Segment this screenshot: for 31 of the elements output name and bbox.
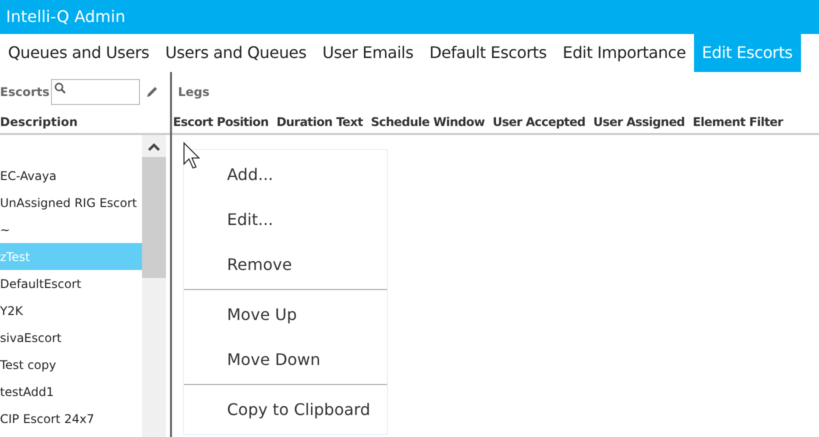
scroll-up-icon[interactable] bbox=[148, 143, 160, 151]
menu-item[interactable]: Add... bbox=[184, 152, 387, 197]
column-header: Schedule Window bbox=[370, 114, 485, 130]
escort-list-item[interactable]: Test copy bbox=[0, 351, 142, 378]
column-header: User Assigned bbox=[593, 114, 685, 130]
escort-list-item[interactable]: testAdd1 bbox=[0, 378, 142, 405]
panel-title: Legs bbox=[178, 84, 210, 101]
pencil-icon[interactable] bbox=[144, 85, 158, 99]
escort-list-item[interactable]: DefaultEscort bbox=[0, 270, 142, 297]
menu-item[interactable]: Remove bbox=[184, 242, 387, 287]
escort-list-item[interactable]: EC-Avaya bbox=[0, 162, 142, 189]
search-field[interactable] bbox=[50, 79, 140, 105]
column-header: Escort Position bbox=[173, 114, 268, 130]
scrollbar-thumb[interactable] bbox=[142, 157, 166, 278]
escort-list-item[interactable]: ~ bbox=[0, 216, 142, 243]
menu-item[interactable]: Move Down bbox=[184, 337, 387, 382]
escort-list-item[interactable]: UnAssigned RIG Escort bbox=[0, 189, 142, 216]
panel-title: Escorts bbox=[0, 84, 50, 101]
escort-list-item[interactable]: sivaEscort bbox=[0, 324, 142, 351]
window-title: Intelli-Q Admin bbox=[6, 6, 126, 28]
escort-list-item[interactable]: CIP Escort 24x7 bbox=[0, 405, 142, 432]
column-header: Duration Text bbox=[276, 114, 363, 130]
search-icon bbox=[54, 82, 66, 94]
column-header: Element Filter bbox=[692, 114, 783, 130]
menu-item[interactable]: Move Up bbox=[184, 292, 387, 337]
menu-item[interactable]: Edit... bbox=[184, 197, 387, 242]
escort-list-item[interactable]: Y2K bbox=[0, 297, 142, 324]
column-header: Description bbox=[0, 114, 78, 130]
menu-item[interactable]: Copy to Clipboard bbox=[184, 387, 387, 432]
scrollbar[interactable] bbox=[142, 135, 166, 437]
column-header: User Accepted bbox=[492, 114, 586, 130]
